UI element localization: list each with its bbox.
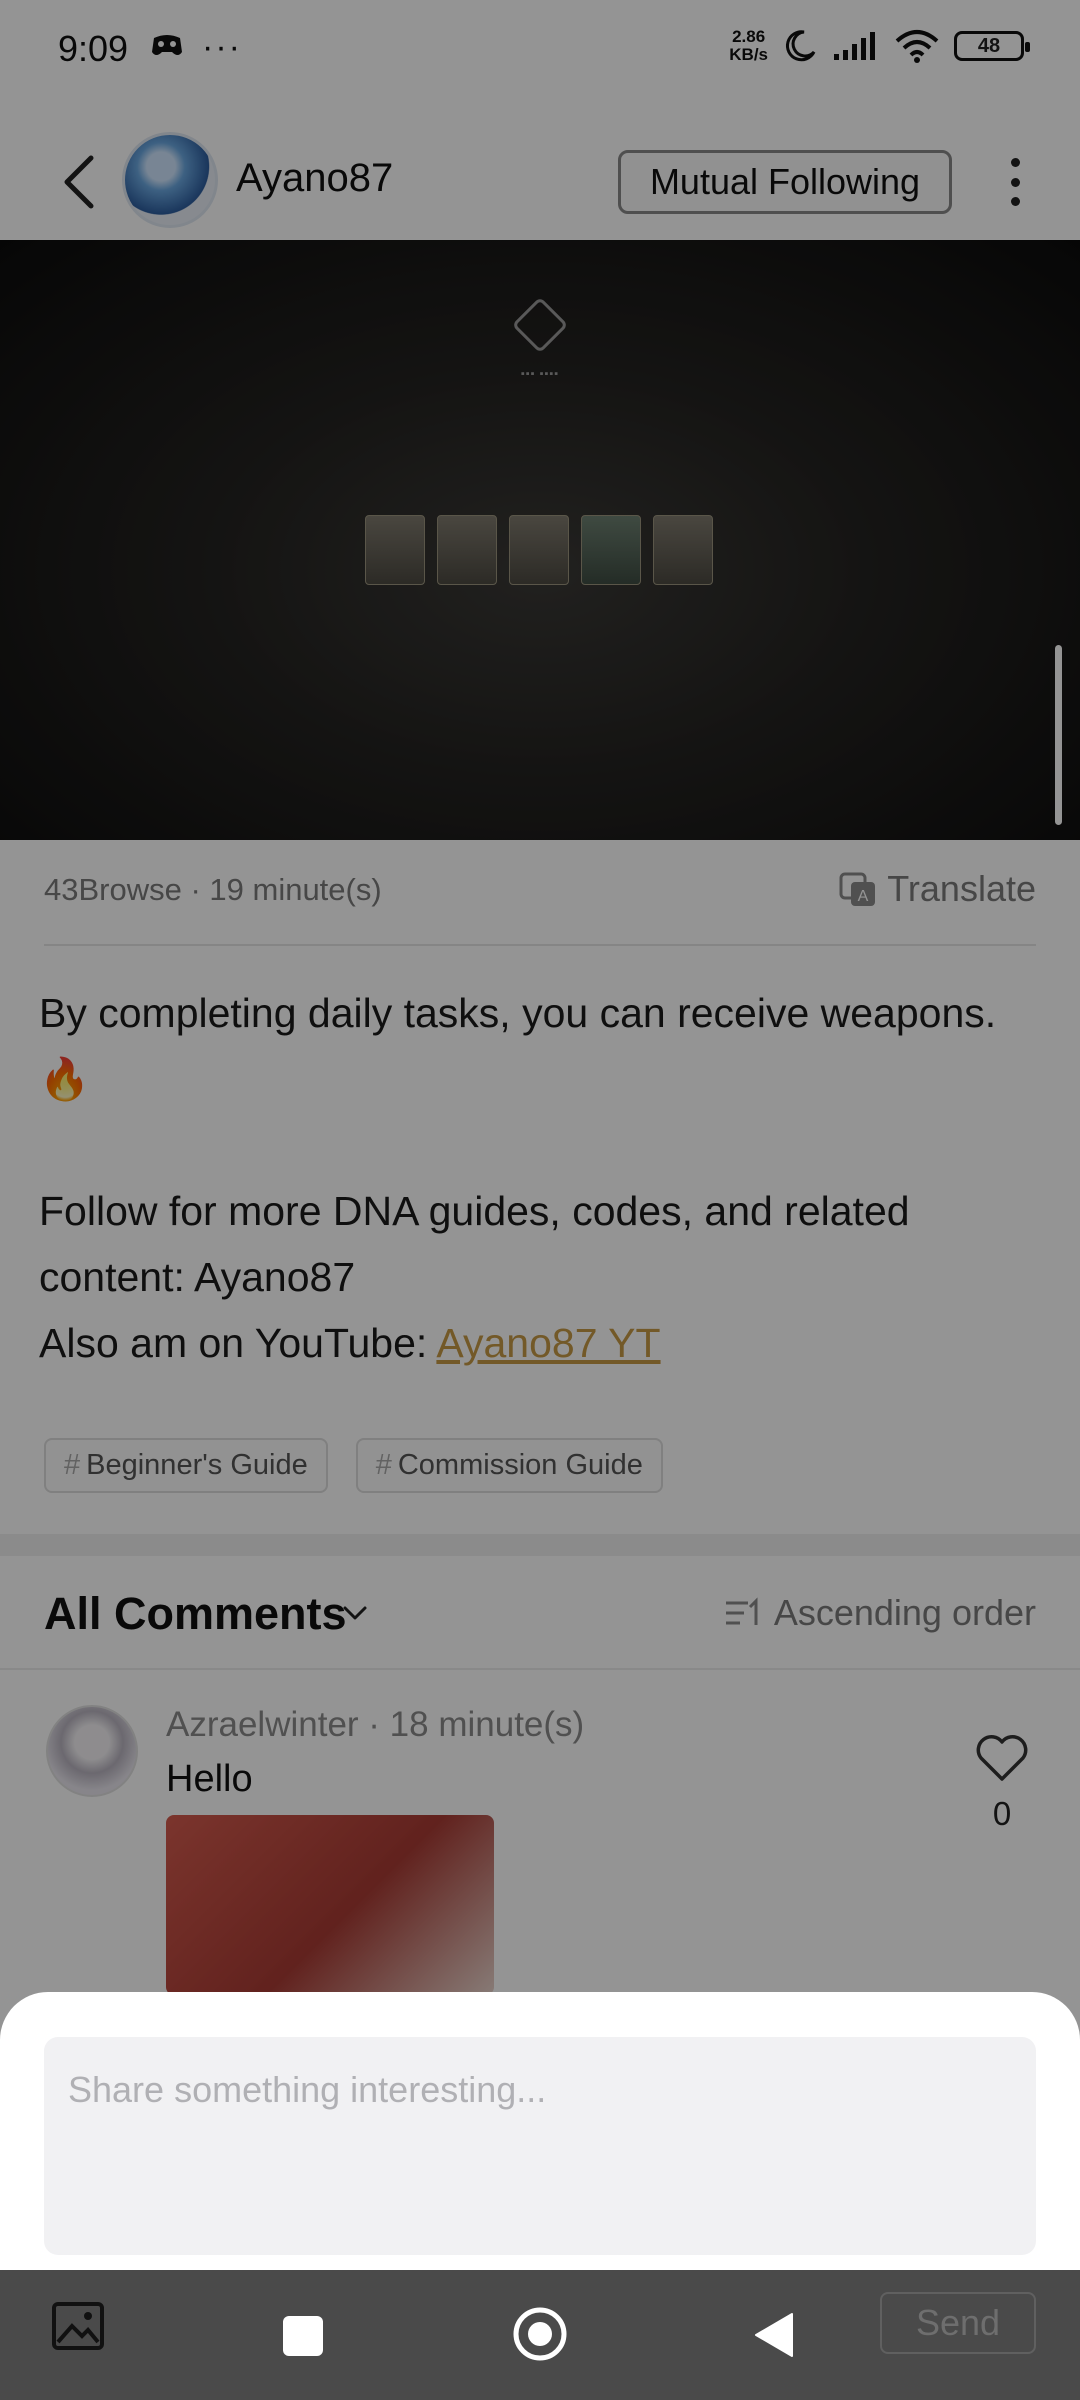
- comment-input[interactable]: [44, 2037, 1036, 2255]
- send-button[interactable]: Send: [880, 2292, 1036, 2354]
- home-icon[interactable]: [512, 2306, 568, 2362]
- back-triangle-icon[interactable]: [752, 2310, 796, 2360]
- image-picker-icon[interactable]: [50, 2298, 106, 2354]
- navigation-bar: Send: [0, 2270, 1080, 2400]
- comment-composer-sheet: [0, 1992, 1080, 2272]
- recent-apps-icon[interactable]: [283, 2316, 323, 2356]
